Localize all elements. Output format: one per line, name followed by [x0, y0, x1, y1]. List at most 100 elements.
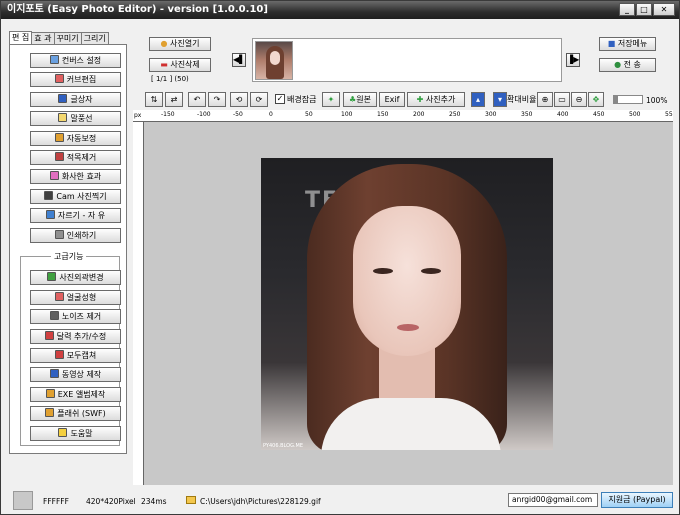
flip-vertical-icon: ⇅ [150, 95, 158, 104]
ruler-tick-label: -100 [197, 111, 211, 118]
exe-album-button[interactable]: EXE 앨범제작 [30, 387, 121, 402]
rotate-left-button[interactable]: ↶ [188, 92, 206, 107]
plus-icon: ✚ [416, 95, 424, 104]
editing-canvas[interactable]: TE PY406.BLOG.ME [144, 122, 673, 485]
window-controls: _ □ ✕ [619, 3, 675, 16]
next-photo-button[interactable]: ▐▶ [566, 53, 580, 67]
photo-thumbnail[interactable] [255, 41, 293, 80]
album-icon [45, 389, 55, 398]
move-icon: ✥ [592, 95, 600, 104]
help-button[interactable]: 도움말 [30, 426, 121, 441]
close-button[interactable]: ✕ [653, 3, 675, 16]
zoom-slider-thumb[interactable] [614, 96, 618, 103]
tab-decorate[interactable]: 꾸미기 [53, 32, 82, 44]
rotate-right-button[interactable]: ↷ [208, 92, 226, 107]
email-field[interactable]: anrgid00@gmail.com [508, 493, 598, 507]
zoom-out-button[interactable]: ⊖ [571, 92, 587, 107]
delete-photo-button[interactable]: ▬ 사진삭제 [149, 58, 211, 72]
status-bar: FFFFFF 420*420Pixel 234ms C:\Users\jdh\P… [1, 487, 679, 514]
speech-bubble-button[interactable]: 말풍선 [30, 111, 121, 126]
render-time: 234ms [141, 497, 167, 506]
capture-all-button[interactable]: 모두캡쳐 [30, 348, 121, 363]
bright-effect-button[interactable]: 화사한 효과 [30, 169, 121, 184]
face-shape-button[interactable]: 얼굴성형 [30, 290, 121, 305]
layer-down-icon: ▾ [497, 95, 502, 104]
magic-button[interactable]: ✦ [322, 92, 340, 107]
move-button[interactable]: ✥ [588, 92, 604, 107]
frame-change-button[interactable]: 사진외곽변경 [30, 270, 121, 285]
flash-swf-button[interactable]: 플래쉬 (SWF) [30, 406, 121, 421]
cam-capture-button[interactable]: Cam 사진찍기 [30, 189, 121, 204]
open-photo-button[interactable]: ● 사진열기 [149, 37, 211, 51]
color-hex: FFFFFF [43, 497, 69, 506]
original-button[interactable]: ♣원본 [343, 92, 377, 107]
calendar-button[interactable]: 달력 추가/수정 [30, 329, 121, 344]
photo-left-eye [373, 268, 393, 274]
auto-correct-button[interactable]: 자동보정 [30, 131, 121, 146]
ruler-tick-label: 250 [449, 111, 461, 118]
rotate-free-left-button[interactable]: ⟲ [230, 92, 248, 107]
title-bar: 이지포토 (Easy Photo Editor) - version [1.0.… [1, 1, 679, 19]
curve-edit-button[interactable]: 커브편집 [30, 72, 121, 87]
canvas-icon [49, 55, 59, 64]
speech-bubble-icon [58, 113, 68, 122]
zoom-slider[interactable] [613, 95, 643, 104]
face-icon [54, 292, 64, 301]
curve-icon [54, 74, 64, 83]
crop-icon [45, 210, 55, 219]
movie-icon [49, 369, 59, 378]
ruler-tick-label: 550 [665, 111, 673, 118]
advanced-group-label: 고급기능 [51, 251, 87, 262]
tab-draw[interactable]: 그리기 [80, 32, 109, 44]
photo-watermark: PY406.BLOG.ME [263, 443, 304, 449]
app-window: 이지포토 (Easy Photo Editor) - version [1.0.… [0, 0, 680, 515]
layer-down-button[interactable]: ▾ [493, 92, 507, 107]
window-title: 이지포토 (Easy Photo Editor) - version [1.0.… [7, 4, 268, 15]
left-panel: 컨버스 설정 커브편집 글상자 말풍선 자동보정 적목제거 화사한 효과 Cam… [9, 44, 127, 454]
make-video-button[interactable]: 동영상 제작 [30, 367, 121, 382]
photo-face [353, 206, 461, 356]
capture-icon [54, 350, 64, 359]
zoom-value: 100% [646, 96, 668, 105]
check-icon: ✓ [276, 94, 284, 103]
canvas-settings-button[interactable]: 컨버스 설정 [30, 53, 121, 68]
textbox-button[interactable]: 글상자 [30, 92, 121, 107]
calendar-icon [44, 331, 54, 340]
minimize-button[interactable]: _ [619, 3, 635, 16]
noise-icon [49, 311, 59, 320]
tab-effect[interactable]: 효 과 [31, 32, 55, 44]
prev-photo-button[interactable]: ◀▌ [232, 53, 246, 67]
add-photo-button[interactable]: ✚ 사진추가 [407, 92, 465, 107]
tab-edit[interactable]: 편 집 [9, 31, 33, 44]
edited-photo[interactable]: TE PY406.BLOG.ME [261, 158, 553, 450]
left-tabs: 편 집 효 과 꾸미기 그리기 [9, 31, 109, 44]
exif-button[interactable]: Exif [379, 92, 405, 107]
ruler-tick-label: 0 [269, 111, 273, 118]
print-button[interactable]: 인쇄하기 [30, 228, 121, 243]
ruler-tick-label: 400 [557, 111, 569, 118]
zoom-in-button[interactable]: ⊕ [537, 92, 553, 107]
rotate-cw-icon: ⟳ [255, 95, 263, 104]
donate-button[interactable]: 지원금 (Paypal) [601, 492, 673, 508]
ruler-tick-label: 150 [377, 111, 389, 118]
wand-icon [54, 133, 64, 142]
photo-lips [397, 324, 419, 331]
crop-button[interactable]: 자르기 - 자 유 [30, 208, 121, 223]
maximize-button[interactable]: □ [636, 3, 652, 16]
ruler-tick-label: -150 [161, 111, 175, 118]
layer-up-button[interactable]: ▴ [471, 92, 485, 107]
send-button[interactable]: ● 전 송 [599, 58, 656, 72]
flip-horizontal-button[interactable]: ⇄ [165, 92, 183, 107]
fit-button[interactable]: ▭ [554, 92, 570, 107]
save-menu-button[interactable]: ■ 저장메뉴 [599, 37, 656, 51]
red-eye-button[interactable]: 적목제거 [30, 150, 121, 165]
printer-icon [54, 230, 64, 239]
ruler-tick-label: -50 [233, 111, 243, 118]
save-icon: ■ [607, 39, 616, 48]
background-lock-checkbox[interactable]: ✓ [275, 94, 285, 104]
ruler-tick-label: 450 [593, 111, 605, 118]
rotate-free-right-button[interactable]: ⟳ [250, 92, 268, 107]
noise-removal-button[interactable]: 노이즈 제거 [30, 309, 121, 324]
flip-vertical-button[interactable]: ⇅ [145, 92, 163, 107]
textbox-icon [58, 94, 68, 103]
